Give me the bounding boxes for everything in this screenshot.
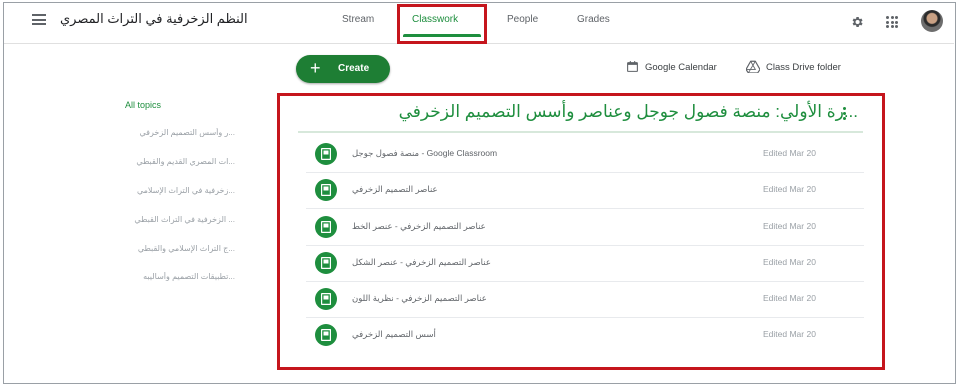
material-row[interactable]: عناصر التصميم الزخرفي - نظرية اللون Edit… xyxy=(306,281,864,318)
sidebar-topic-item[interactable]: ...ر وأسس التصميم الزخرفي xyxy=(100,128,236,137)
material-row[interactable]: Google Classroom - منصة فصول جوجل Edited… xyxy=(306,136,864,173)
material-title: عناصر التصميم الزخرفي - عنصر الشكل xyxy=(352,257,491,267)
tab-stream[interactable]: Stream xyxy=(342,14,374,25)
plus-icon: + xyxy=(310,58,321,78)
edited-date: Edited Mar 20 xyxy=(763,221,816,231)
sidebar-topic-item[interactable]: ...ات المصري القديم والقبطي xyxy=(100,157,235,166)
sidebar-topic-item[interactable]: ...زخرفية في التراث الإسلامي xyxy=(100,186,235,195)
material-title: عناصر التصميم الزخرفي - عنصر الخط xyxy=(352,221,486,231)
material-icon xyxy=(315,216,337,238)
material-title: عناصر التصميم الزخرفي - نظرية اللون xyxy=(352,293,487,303)
apps-grid-icon[interactable] xyxy=(886,16,898,28)
material-row[interactable]: عناصر التصميم الزخرفي - عنصر الخط Edited… xyxy=(306,209,864,246)
tab-highlight-box xyxy=(397,4,487,44)
material-title: أسس التصميم الزخرفي xyxy=(352,329,436,339)
topic-divider xyxy=(298,131,863,133)
tab-people[interactable]: People xyxy=(507,14,538,25)
material-icon xyxy=(315,179,337,201)
sidebar-topic-item[interactable]: ... الزخرفية في التراث القبطي xyxy=(100,215,235,224)
material-icon xyxy=(315,252,337,274)
gear-icon[interactable] xyxy=(850,15,864,29)
edited-date: Edited Mar 20 xyxy=(763,293,816,303)
more-vert-icon[interactable] xyxy=(843,107,847,121)
google-calendar-link[interactable]: Google Calendar xyxy=(626,60,717,73)
tab-grades[interactable]: Grades xyxy=(577,14,610,25)
class-drive-folder-label: Class Drive folder xyxy=(766,62,841,73)
material-title: عناصر التصميم الزخرفي xyxy=(352,184,438,194)
material-row[interactable]: عناصر التصميم الزخرفي Edited Mar 20 xyxy=(306,172,864,209)
hamburger-menu-icon[interactable] xyxy=(32,14,46,25)
material-row[interactable]: أسس التصميم الزخرفي Edited Mar 20 xyxy=(306,317,864,353)
create-button[interactable]: + Create xyxy=(296,55,390,83)
class-title[interactable]: النظم الزخرفية في التراث المصري xyxy=(60,11,248,27)
topic-title: ...رة الأولي: منصة فصول جوجل وعناصر وأسس… xyxy=(398,102,858,121)
material-icon xyxy=(315,324,337,346)
material-icon xyxy=(315,288,337,310)
edited-date: Edited Mar 20 xyxy=(763,329,816,339)
create-button-label: Create xyxy=(338,63,370,74)
edited-date: Edited Mar 20 xyxy=(763,257,816,267)
avatar[interactable] xyxy=(921,10,943,32)
material-title: Google Classroom - منصة فصول جوجل xyxy=(352,148,498,158)
material-icon xyxy=(315,143,337,165)
material-row[interactable]: عناصر التصميم الزخرفي - عنصر الشكل Edite… xyxy=(306,245,864,282)
edited-date: Edited Mar 20 xyxy=(763,148,816,158)
class-drive-folder-link[interactable]: Class Drive folder xyxy=(745,60,841,74)
sidebar-item-all-topics[interactable]: All topics xyxy=(125,100,161,110)
google-calendar-label: Google Calendar xyxy=(645,62,717,73)
edited-date: Edited Mar 20 xyxy=(763,184,816,194)
calendar-icon xyxy=(627,61,638,72)
drive-icon xyxy=(745,60,761,74)
sidebar-topic-item[interactable]: ...ج التراث الإسلامي والقبطي xyxy=(100,244,235,253)
sidebar-topic-item[interactable]: ...تطبيقات التصميم وأساليبه xyxy=(100,272,235,281)
